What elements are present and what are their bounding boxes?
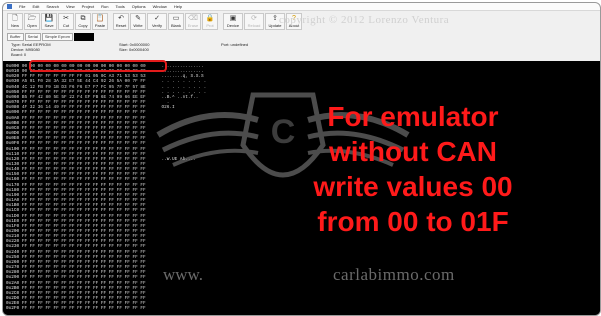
toolbar-button-label: Blank (170, 23, 181, 28)
save-icon: 💾 (44, 15, 54, 22)
paste-icon: 📋 (95, 15, 105, 22)
menu-window[interactable]: Window (153, 3, 167, 11)
tab-color-swatch[interactable] (73, 33, 94, 41)
menu-view[interactable]: View (66, 3, 75, 11)
toolbar-reset-button[interactable]: ↶ Reset (113, 13, 129, 30)
toolbar-separator (109, 13, 112, 31)
toolbar-open-button[interactable]: 🗁 Open (24, 13, 40, 30)
copyright-watermark: copyright © 2012 Lorenzo Ventura (279, 14, 450, 26)
tab-serial[interactable]: Serial (24, 33, 41, 41)
menu-bar: File Edit Search View Project Run Tools … (3, 3, 600, 11)
toolbar-verify-button[interactable]: ✓ Verify (147, 13, 167, 30)
menu-run[interactable]: Run (101, 3, 108, 11)
toolbar-button-label: Open (27, 23, 37, 28)
menu-tools[interactable]: Tools (115, 3, 124, 11)
protect-icon: 🔒 (205, 15, 215, 22)
toolbar-button-label: Verify (151, 23, 162, 28)
toolbar-paste-button[interactable]: 📋 Paste (92, 13, 108, 30)
overlay-line-1: For emulator (327, 101, 499, 132)
tab-simple-eprom[interactable]: Simple Eprom (41, 33, 73, 41)
toolbar-erase-button[interactable]: ⌫ Erase (185, 13, 201, 30)
toolbar-cut-button[interactable]: ✂ Cut (58, 13, 74, 30)
blank-icon: ▭ (172, 15, 180, 22)
toolbar-button-label: Device (226, 23, 240, 28)
toolbar-button-label: Write (133, 23, 143, 28)
instruction-overlay: For emulator without CAN write values 00… (258, 99, 568, 239)
app-icon (7, 4, 12, 9)
toolbar-button-label: Save (44, 23, 54, 28)
toolbar-button-label: Copy (78, 23, 88, 28)
toolbar: 🗋 New 🗁 Open 💾 Save ✂ Cut ⧉ Copy 📋 Paste ↶ Reset ✎ Writ… (7, 13, 302, 31)
menu-project[interactable]: Project (82, 3, 94, 11)
hex-row[interactable]: 0x2F0 FF FF FF FF FF FF FF FF FF FF FF F… (6, 306, 206, 311)
view-tabs: Buffer Serial Simple Eprom (7, 33, 94, 41)
copy-icon: ⧉ (80, 15, 86, 22)
toolbar-copy-button[interactable]: ⧉ Copy (75, 13, 91, 30)
toolbar-button-label: Cut (62, 23, 70, 28)
window-chrome: File Edit Search View Project Run Tools … (3, 3, 600, 61)
menu-help[interactable]: Help (174, 3, 182, 11)
port-info: Port: undefined (221, 42, 249, 48)
menu-options[interactable]: Options (132, 3, 146, 11)
toolbar-button-label: Paste (94, 23, 106, 28)
toolbar-write-button[interactable]: ✎ Write (130, 13, 146, 30)
toolbar-save-button[interactable]: 💾 Save (41, 13, 57, 30)
toolbar-separator (219, 13, 222, 31)
toolbar-button-label: New (10, 23, 19, 28)
hex-row-bytes: FF FF FF FF FF FF FF FF FF FF FF FF FF F… (21, 306, 146, 312)
toolbar-device-button[interactable]: ▣ Device (223, 13, 243, 30)
menu-file[interactable]: File (19, 3, 25, 11)
menu-search[interactable]: Search (46, 3, 59, 11)
app-window: File Edit Search View Project Run Tools … (2, 2, 601, 316)
memory-info: Start: 0x0000000 Size: 0x0000400 (119, 42, 149, 53)
update-icon: ⇪ (272, 15, 278, 22)
menu-edit[interactable]: Edit (32, 3, 39, 11)
site-watermark: carlabimmo.com (333, 265, 455, 284)
cut-icon: ✂ (63, 15, 69, 22)
toolbar-button-label: Prot (206, 23, 214, 28)
open-folder-icon: 🗁 (27, 15, 37, 22)
reset-icon: ↶ (118, 15, 124, 22)
device-info: Type: Serial EEPROM Device: M95080 Board… (11, 42, 51, 57)
toolbar-new-button[interactable]: 🗋 New (7, 13, 23, 30)
toolbar-reload-button[interactable]: ⟳ Reload (244, 13, 264, 30)
toolbar-button-label: Erase (187, 23, 199, 28)
toolbar-prot-button[interactable]: 🔒 Prot (202, 13, 218, 30)
overlay-line-2: without CAN (329, 136, 497, 167)
erase-icon: ⌫ (188, 15, 198, 22)
toolbar-button-label: Reset (115, 23, 127, 28)
new-file-icon: 🗋 (12, 15, 18, 22)
device-icon: ▣ (229, 15, 237, 22)
device-board: Board: 0 (11, 51, 27, 57)
verify-icon: ✓ (154, 15, 160, 22)
toolbar-blank-button[interactable]: ▭ Blank (168, 13, 184, 30)
tab-buffer[interactable]: Buffer (7, 33, 24, 41)
site-watermark-prefix: www. (163, 265, 203, 284)
overlay-line-4: from 00 to 01F (317, 206, 509, 237)
toolbar-button-label: Reload (247, 23, 261, 28)
overlay-line-3: write values 00 (313, 171, 513, 202)
port-status: Port: undefined (221, 42, 249, 47)
write-icon: ✎ (135, 15, 141, 22)
reload-icon: ⟳ (251, 15, 257, 22)
memory-size: Size: 0x0000400 (119, 46, 149, 52)
hex-row-address: 0x2F0 (6, 306, 20, 312)
